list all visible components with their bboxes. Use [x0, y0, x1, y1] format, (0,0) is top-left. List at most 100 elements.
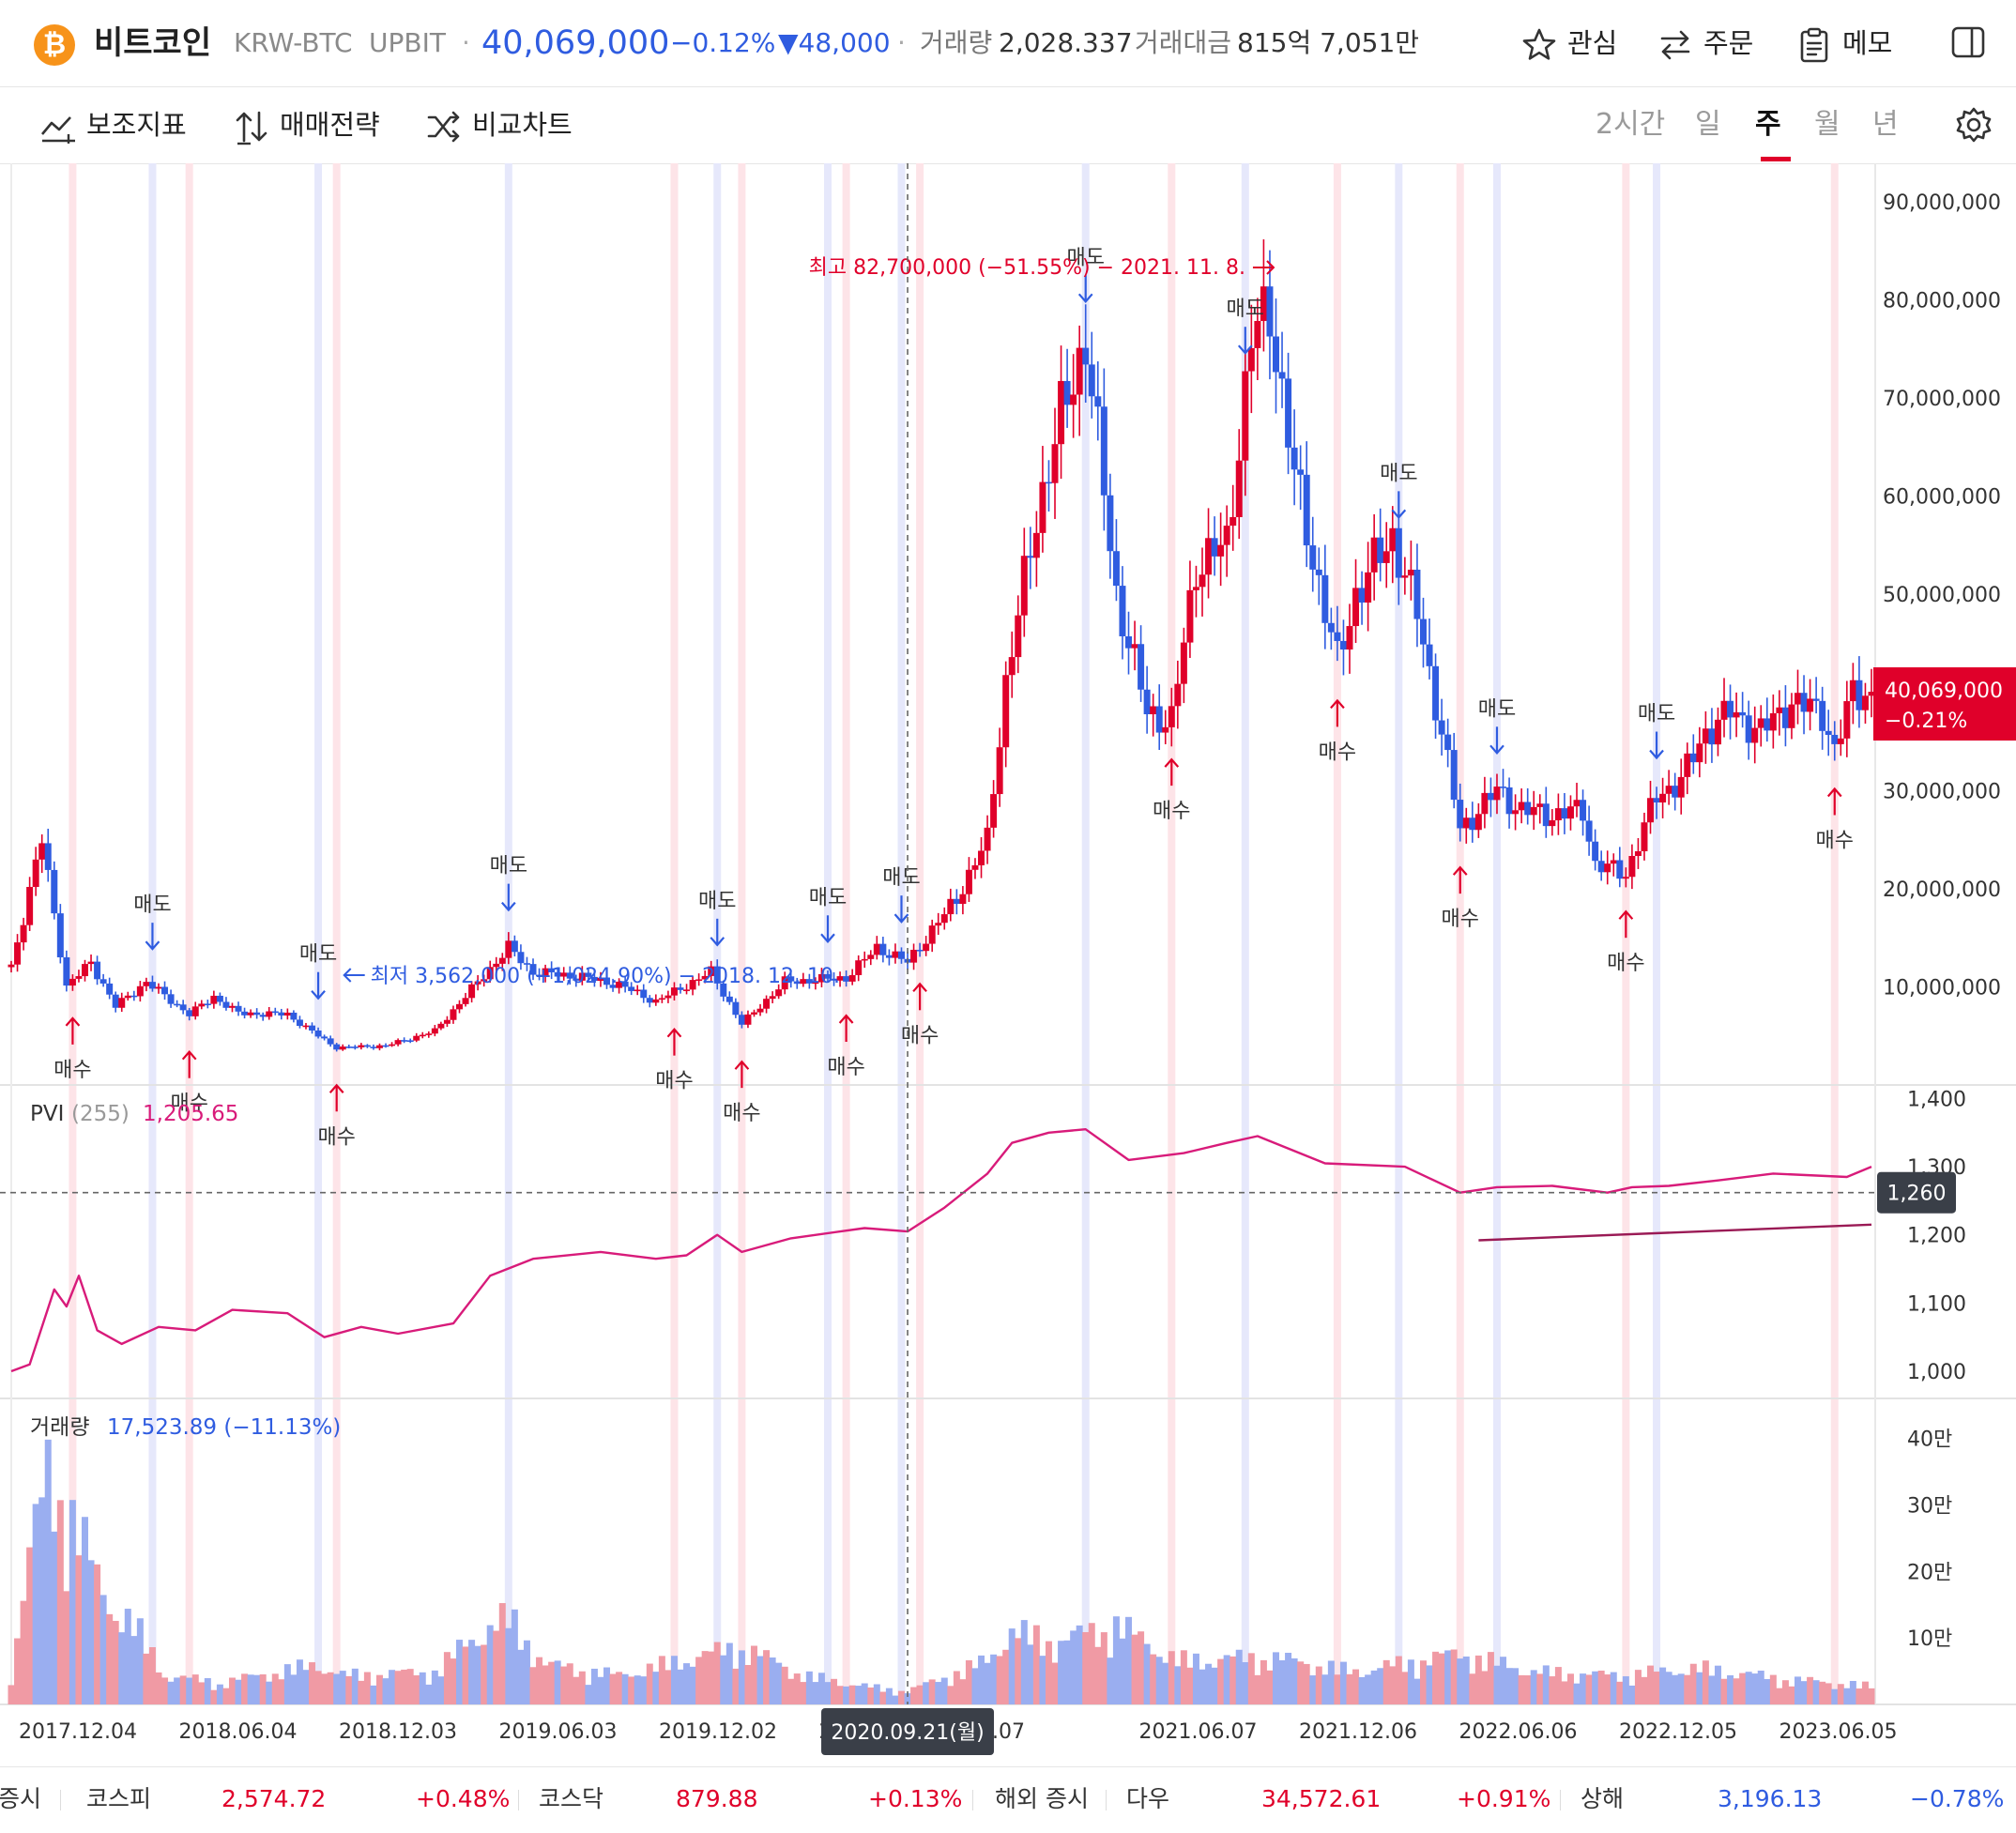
change-percent: −0.12%	[670, 27, 776, 58]
period-day[interactable]: 일	[1695, 103, 1721, 146]
candle-body	[910, 949, 918, 963]
volume-bar	[1757, 1671, 1764, 1704]
volume-bar	[1659, 1667, 1667, 1704]
price-axis-tick: 50,000,000	[1883, 584, 2001, 607]
volume-bar	[1542, 1665, 1550, 1704]
gear-icon[interactable]	[1955, 106, 1993, 144]
price-axis-tick: 90,000,000	[1883, 191, 2001, 215]
candle-body	[99, 979, 107, 984]
period-2h[interactable]: 2시간	[1596, 103, 1665, 146]
sell-label: 매도	[299, 943, 337, 967]
volume-bar	[1868, 1688, 1875, 1704]
volume-bar	[1580, 1673, 1587, 1704]
volume-bar	[99, 1595, 107, 1704]
order-button[interactable]: 주문	[1657, 21, 1753, 66]
time-axis-tick: 2021.06.07	[1139, 1720, 1258, 1744]
sell-signal-stripe	[1395, 163, 1403, 1704]
indicators-button[interactable]: 보조지표	[39, 103, 187, 146]
volume-bar	[861, 1683, 868, 1704]
time-axis-tick: 2019.06.03	[499, 1720, 618, 1744]
volume-bar	[143, 1653, 150, 1704]
volume-bar	[1327, 1660, 1335, 1704]
candle-body	[1058, 380, 1065, 445]
period-week[interactable]: 주	[1755, 103, 1781, 146]
volume-bar	[523, 1640, 530, 1704]
candle-body	[763, 999, 771, 1009]
memo-button[interactable]: 메모	[1795, 21, 1892, 66]
candle-body	[167, 994, 175, 1004]
sell-label: 매도	[1638, 703, 1675, 726]
candle-body	[1438, 720, 1445, 735]
candle-body	[511, 940, 518, 953]
candle-body	[375, 1045, 383, 1048]
candle-body	[247, 1012, 254, 1016]
ticker-divider	[518, 1790, 519, 1810]
dow-name[interactable]: 다우	[1126, 1780, 1169, 1818]
period-year[interactable]: 년	[1872, 103, 1899, 146]
buy-signal-stripe	[69, 163, 77, 1704]
volume-bar	[1100, 1632, 1107, 1704]
volume-bar	[940, 1677, 948, 1704]
pvi-name: PVI	[30, 1102, 64, 1126]
stock-chart[interactable]: 매수매수매수매수매수매수매수매수매수매수매수매수매도매도매도매도 매도매도매도매도…	[0, 163, 2016, 1766]
volume-bar	[1346, 1673, 1353, 1704]
volume-bar	[302, 1670, 310, 1704]
candle-body	[363, 1045, 371, 1047]
time-axis-tick: 2018.06.04	[179, 1720, 298, 1744]
candle-body	[1500, 787, 1507, 788]
candle-body	[1727, 700, 1734, 718]
candle-body	[1788, 704, 1795, 728]
volume-bar	[812, 1682, 819, 1704]
candle-body	[1536, 803, 1544, 807]
volume-bar	[1229, 1656, 1237, 1704]
buy-label: 매수	[1816, 829, 1854, 852]
volume-bar	[413, 1675, 420, 1704]
candle-body	[1401, 575, 1409, 578]
volume-bar	[1278, 1659, 1286, 1704]
compare-button[interactable]: 비교차트	[425, 103, 573, 146]
candle-body	[321, 1036, 328, 1039]
watch-label: 관심	[1567, 27, 1618, 59]
candle-body	[1321, 574, 1329, 623]
candle-body	[1616, 860, 1624, 879]
watch-button[interactable]: 관심	[1520, 21, 1617, 66]
kosdaq-name[interactable]: 코스닥	[539, 1780, 603, 1818]
candle-body	[1076, 347, 1083, 395]
candle-body	[756, 1008, 764, 1013]
sell-label: 매도	[882, 866, 920, 890]
volume-bar	[585, 1685, 592, 1704]
period-month[interactable]: 월	[1814, 103, 1840, 146]
volume-bar	[1107, 1657, 1114, 1704]
volume-bar	[406, 1669, 414, 1704]
volume-bar	[1015, 1638, 1022, 1704]
candle-body	[873, 943, 880, 955]
volume-bar	[578, 1671, 586, 1704]
volume-bar	[1745, 1672, 1752, 1704]
kosdaq-change: +0.13%	[868, 1785, 963, 1812]
volume-bar	[1597, 1671, 1605, 1704]
candle-body	[769, 996, 776, 1000]
volume-bar	[609, 1673, 617, 1704]
candle-body	[1426, 644, 1433, 666]
volume-bar	[996, 1656, 1003, 1704]
volume-bar	[186, 1677, 193, 1704]
candle-body	[1125, 635, 1133, 649]
buy-signal-stripe	[670, 163, 679, 1704]
volume-bar	[1536, 1673, 1544, 1704]
candle-body	[978, 850, 985, 865]
shanghai-name[interactable]: 상해	[1581, 1780, 1624, 1818]
volume-bar	[1254, 1674, 1261, 1704]
side-panel-icon[interactable]	[1949, 23, 1987, 61]
volume-bar	[1677, 1673, 1685, 1704]
candle-body	[1266, 286, 1274, 337]
volume-bar	[1082, 1631, 1090, 1704]
volume-bar	[1604, 1674, 1611, 1704]
candle-body	[1352, 588, 1360, 627]
candle-body	[984, 827, 991, 851]
strategy-button[interactable]: 매매전략	[233, 103, 380, 146]
volume-bar	[928, 1679, 936, 1704]
time-axis-tick: 2017.12.04	[19, 1720, 137, 1744]
active-period-indicator	[1761, 157, 1791, 161]
kospi-name[interactable]: 코스피	[86, 1780, 151, 1818]
volume-bar	[505, 1627, 512, 1704]
